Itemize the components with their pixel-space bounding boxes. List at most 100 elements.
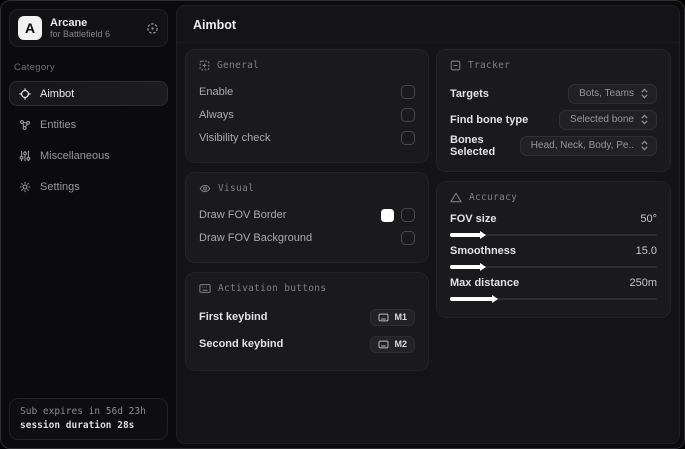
slider-group-smoothness: Smoothness 15.0 (450, 245, 657, 271)
slider-label: FOV size (450, 213, 497, 225)
setting-row-find-bone-type: Find bone type Selected bone (450, 107, 657, 132)
setting-row-visibility-check: Visibility check (199, 127, 415, 149)
activation-card: Activation buttons First keybind M1 Seco… (185, 272, 429, 371)
setting-label: Second keybind (199, 338, 284, 350)
app-name: Arcane (50, 16, 88, 29)
second-keybind-button[interactable]: M2 (370, 335, 415, 353)
chevron-up-down-icon (640, 88, 649, 99)
setting-label: Draw FOV Border (199, 209, 287, 221)
crosshair-icon (19, 87, 31, 100)
sidebar-item-miscellaneous[interactable]: Miscellaneous (9, 143, 168, 168)
setting-label: Enable (199, 86, 234, 98)
left-column: General Enable Always Visibility check V… (185, 49, 429, 371)
right-column: Tracker Targets Bots, Teams Find bone ty… (436, 49, 671, 371)
tracker-icon (450, 60, 461, 71)
bones-selected-select[interactable]: Head, Neck, Body, Pe.. (519, 135, 657, 156)
setting-row-enable: Enable (199, 81, 415, 103)
setting-label: Always (199, 109, 234, 121)
sidebar-item-entities[interactable]: Entities (9, 112, 168, 137)
activation-card-header: Activation buttons (199, 283, 415, 294)
gear-icon (19, 181, 31, 193)
general-card-title: General (217, 60, 260, 71)
setting-label: First keybind (199, 311, 268, 323)
slider-label: Smoothness (450, 245, 517, 257)
sidebar-item-label: Entities (40, 118, 77, 131)
sidebar-item-settings[interactable]: Settings (9, 174, 168, 199)
chevron-up-down-icon (640, 114, 649, 125)
accuracy-card-header: Accuracy (450, 192, 657, 203)
setting-label: Visibility check (199, 132, 271, 144)
setting-label: Bones Selected (450, 133, 496, 158)
setting-row-bones-selected: Bones Selected Head, Neck, Body, Pe.. (450, 133, 657, 158)
accuracy-card-title: Accuracy (469, 192, 518, 203)
sidebar-item-aimbot[interactable]: Aimbot (9, 81, 168, 106)
subscription-expiry: Sub expires in 56d 23h (20, 406, 146, 417)
category-label: Category (14, 62, 55, 73)
visual-icon (199, 183, 211, 194)
slider-fill (450, 295, 499, 303)
content-area: General Enable Always Visibility check V… (177, 43, 679, 377)
tracker-card: Tracker Targets Bots, Teams Find bone ty… (436, 49, 671, 172)
keyboard-icon (199, 283, 211, 294)
sidebar-item-label: Miscellaneous (40, 149, 110, 162)
setting-row-draw-fov-background: Draw FOV Background (199, 227, 415, 249)
setting-row-second-keybind: Second keybind M2 (199, 331, 415, 357)
general-card: General Enable Always Visibility check (185, 49, 429, 163)
max-distance-slider[interactable] (450, 295, 657, 303)
smoothness-slider[interactable] (450, 263, 657, 271)
slider-group-max-distance: Max distance 250m (450, 277, 657, 303)
fov-border-color-swatch[interactable] (381, 208, 394, 222)
targets-select[interactable]: Bots, Teams (568, 83, 657, 104)
general-icon (199, 60, 210, 71)
targets-select-value: Bots, Teams (579, 88, 634, 99)
visibility-check-checkbox[interactable] (401, 131, 415, 145)
always-checkbox[interactable] (401, 108, 415, 122)
slider-fill (450, 231, 487, 239)
app-identity: Arcane for Battlefield 6 (50, 17, 138, 40)
sidebar-item-label: Settings (40, 180, 80, 193)
sliders-icon (19, 150, 31, 162)
sidebar: A Arcane for Battlefield 6 Category Aimb… (1, 1, 176, 448)
chevron-up-down-icon (640, 140, 649, 151)
app-logo: A (18, 16, 42, 40)
tracker-card-title: Tracker (468, 60, 511, 71)
slider-value: 50° (640, 213, 657, 225)
slider-group-fov-size: FOV size 50° (450, 213, 657, 239)
visual-card-header: Visual (199, 183, 415, 194)
draw-fov-border-checkbox[interactable] (401, 208, 415, 222)
activation-card-title: Activation buttons (218, 283, 327, 294)
setting-row-always: Always (199, 104, 415, 126)
find-bone-type-select[interactable]: Selected bone (559, 109, 657, 130)
session-duration: session duration 28s (20, 420, 135, 431)
page-title: Aimbot (177, 6, 679, 43)
sidebar-item-label: Aimbot (40, 87, 75, 100)
setting-row-targets: Targets Bots, Teams (450, 81, 657, 106)
general-card-header: General (199, 60, 415, 71)
keybind-value: M1 (394, 312, 407, 322)
subscription-card: Sub expires in 56d 23h session duration … (9, 398, 168, 440)
enable-checkbox[interactable] (401, 85, 415, 99)
tracker-card-header: Tracker (450, 60, 657, 71)
bones-selected-select-value: Head, Neck, Body, Pe.. (530, 140, 634, 151)
first-keybind-button[interactable]: M1 (370, 308, 415, 326)
sidebar-nav: Aimbot Entities Miscellaneous Settings (9, 81, 168, 199)
logo-card: A Arcane for Battlefield 6 (9, 9, 168, 47)
slider-value: 15.0 (635, 245, 657, 257)
accuracy-icon (450, 192, 462, 203)
find-bone-type-select-value: Selected bone (570, 114, 634, 125)
setting-label: Targets (450, 87, 489, 100)
target-icon[interactable] (146, 22, 159, 35)
setting-label: Find bone type (450, 113, 529, 126)
entities-icon (19, 119, 31, 131)
keyboard-icon (378, 340, 389, 349)
visual-card-title: Visual (218, 183, 255, 194)
app-window: A Arcane for Battlefield 6 Category Aimb… (0, 0, 685, 449)
slider-label: Max distance (450, 277, 520, 289)
fov-size-slider[interactable] (450, 231, 657, 239)
keybind-value: M2 (394, 339, 407, 349)
slider-value: 250m (629, 277, 657, 289)
draw-fov-background-checkbox[interactable] (401, 231, 415, 245)
setting-label: Draw FOV Background (199, 232, 313, 244)
app-subtitle: for Battlefield 6 (50, 29, 111, 40)
main-panel: Aimbot General Enable Always Visibility … (176, 5, 680, 444)
